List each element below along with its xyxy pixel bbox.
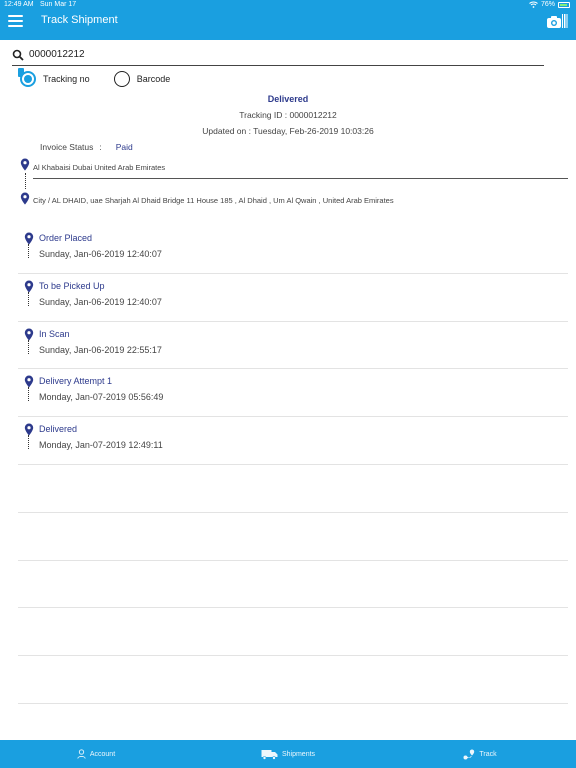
event-time: Sunday, Jan-06-2019 12:40:07 bbox=[39, 296, 162, 307]
event-time: Sunday, Jan-06-2019 12:40:07 bbox=[39, 249, 162, 259]
battery-percent: 76% bbox=[540, 1, 555, 8]
invoice-status-label: Invoice Status bbox=[40, 142, 94, 152]
menu-icon[interactable] bbox=[8, 15, 23, 27]
destination-address: City / AL DHAID, uae Sharjah Al Dhaid Br… bbox=[20, 192, 568, 208]
radio-label-tracking-no: Tracking no bbox=[43, 74, 90, 84]
timeline-event: To be Picked Up Sunday, Jan-06-2019 12:4… bbox=[18, 274, 568, 322]
timeline-connector bbox=[28, 387, 29, 402]
nav-label-account: Account bbox=[89, 750, 116, 758]
timeline-event: Delivery Attempt 1 Monday, Jan-07-2019 0… bbox=[18, 369, 568, 418]
search-mode-radio-group: Tracking no Barcode bbox=[20, 71, 194, 87]
page-title: Track Shipment bbox=[41, 14, 118, 26]
updated-on: Updated on : Tuesday, Feb-26-2019 10:03:… bbox=[202, 126, 374, 136]
radio-checked-icon[interactable] bbox=[20, 71, 36, 87]
tracking-timeline: Order Placed Sunday, Jan-06-2019 12:40:0… bbox=[18, 226, 568, 704]
empty-row bbox=[18, 656, 568, 704]
nav-label-shipments: Shipments bbox=[281, 750, 316, 758]
invoice-status-colon: : bbox=[99, 142, 102, 152]
empty-row bbox=[18, 608, 568, 657]
tracking-search-input[interactable] bbox=[29, 49, 529, 60]
location-pin-icon bbox=[24, 423, 34, 436]
event-time: Monday, Jan-07-2019 05:56:49 bbox=[39, 392, 164, 403]
battery-icon bbox=[558, 1, 570, 8]
timeline-connector bbox=[28, 435, 29, 450]
shipment-status: Delivered bbox=[267, 94, 309, 104]
destination-address-text: City / AL DHAID, uae Sharjah Al Dhaid Br… bbox=[33, 196, 394, 205]
timeline-event: Order Placed Sunday, Jan-06-2019 12:40:0… bbox=[18, 226, 568, 274]
divider bbox=[33, 178, 568, 179]
radio-label-barcode: Barcode bbox=[136, 74, 171, 84]
location-pin-icon bbox=[24, 328, 34, 341]
radio-barcode[interactable]: Barcode bbox=[113, 71, 171, 87]
nav-shipments[interactable]: Shipments bbox=[192, 740, 384, 768]
empty-row bbox=[18, 465, 568, 513]
invoice-status-value: Paid bbox=[115, 142, 133, 152]
radio-unchecked-icon[interactable] bbox=[113, 71, 130, 87]
user-icon bbox=[77, 749, 86, 759]
route-icon bbox=[463, 749, 475, 759]
event-title: In Scan bbox=[39, 328, 70, 339]
timeline-event: In Scan Sunday, Jan-06-2019 22:55:17 bbox=[18, 322, 568, 370]
timeline-connector bbox=[28, 339, 29, 354]
tracking-id: Tracking ID : 0000012212 bbox=[239, 110, 337, 120]
shipment-summary: Delivered Tracking ID : 0000012212 Updat… bbox=[0, 94, 576, 140]
nav-track[interactable]: Track bbox=[384, 740, 576, 768]
status-bar: 12:49 AM Sun Mar 17 76% bbox=[0, 0, 576, 10]
empty-row bbox=[18, 513, 568, 561]
location-pin-icon bbox=[24, 375, 34, 388]
origin-address: Al Khabaisi Dubai United Arab Emirates bbox=[20, 158, 568, 182]
location-pin-icon bbox=[24, 232, 34, 245]
event-title: Order Placed bbox=[39, 233, 93, 243]
timeline-connector bbox=[28, 244, 29, 258]
camera-icon[interactable] bbox=[546, 13, 568, 29]
location-pin-icon bbox=[24, 280, 34, 293]
location-pin-icon bbox=[20, 192, 30, 205]
timeline-event: Delivered Monday, Jan-07-2019 12:49:11 bbox=[18, 417, 568, 465]
origin-address-text: Al Khabaisi Dubai United Arab Emirates bbox=[33, 163, 166, 172]
invoice-status-row: Invoice Status : Paid bbox=[40, 142, 133, 152]
bottom-nav: Account Shipments Track bbox=[0, 740, 576, 768]
route-connector bbox=[25, 173, 27, 189]
event-title: Delivered bbox=[39, 424, 78, 435]
nav-label-track: Track bbox=[479, 750, 497, 758]
truck-icon bbox=[261, 749, 278, 760]
event-time: Monday, Jan-07-2019 12:49:11 bbox=[39, 440, 163, 451]
radio-tracking-no[interactable]: Tracking no bbox=[20, 71, 90, 87]
status-right: 76% bbox=[529, 1, 570, 8]
search-bar bbox=[12, 44, 544, 66]
timeline-connector bbox=[28, 291, 29, 306]
status-date: Sun Mar 17 bbox=[40, 1, 77, 8]
event-title: To be Picked Up bbox=[39, 280, 105, 291]
event-time: Sunday, Jan-06-2019 22:55:17 bbox=[39, 344, 162, 355]
location-pin-icon bbox=[20, 158, 30, 171]
wifi-icon bbox=[529, 1, 538, 8]
empty-row bbox=[18, 561, 568, 609]
event-title: Delivery Attempt 1 bbox=[39, 376, 113, 387]
nav-account[interactable]: Account bbox=[0, 740, 192, 768]
status-time: 12:49 AM bbox=[4, 1, 34, 8]
app-header: Track Shipment bbox=[0, 10, 576, 40]
search-icon bbox=[12, 49, 24, 61]
